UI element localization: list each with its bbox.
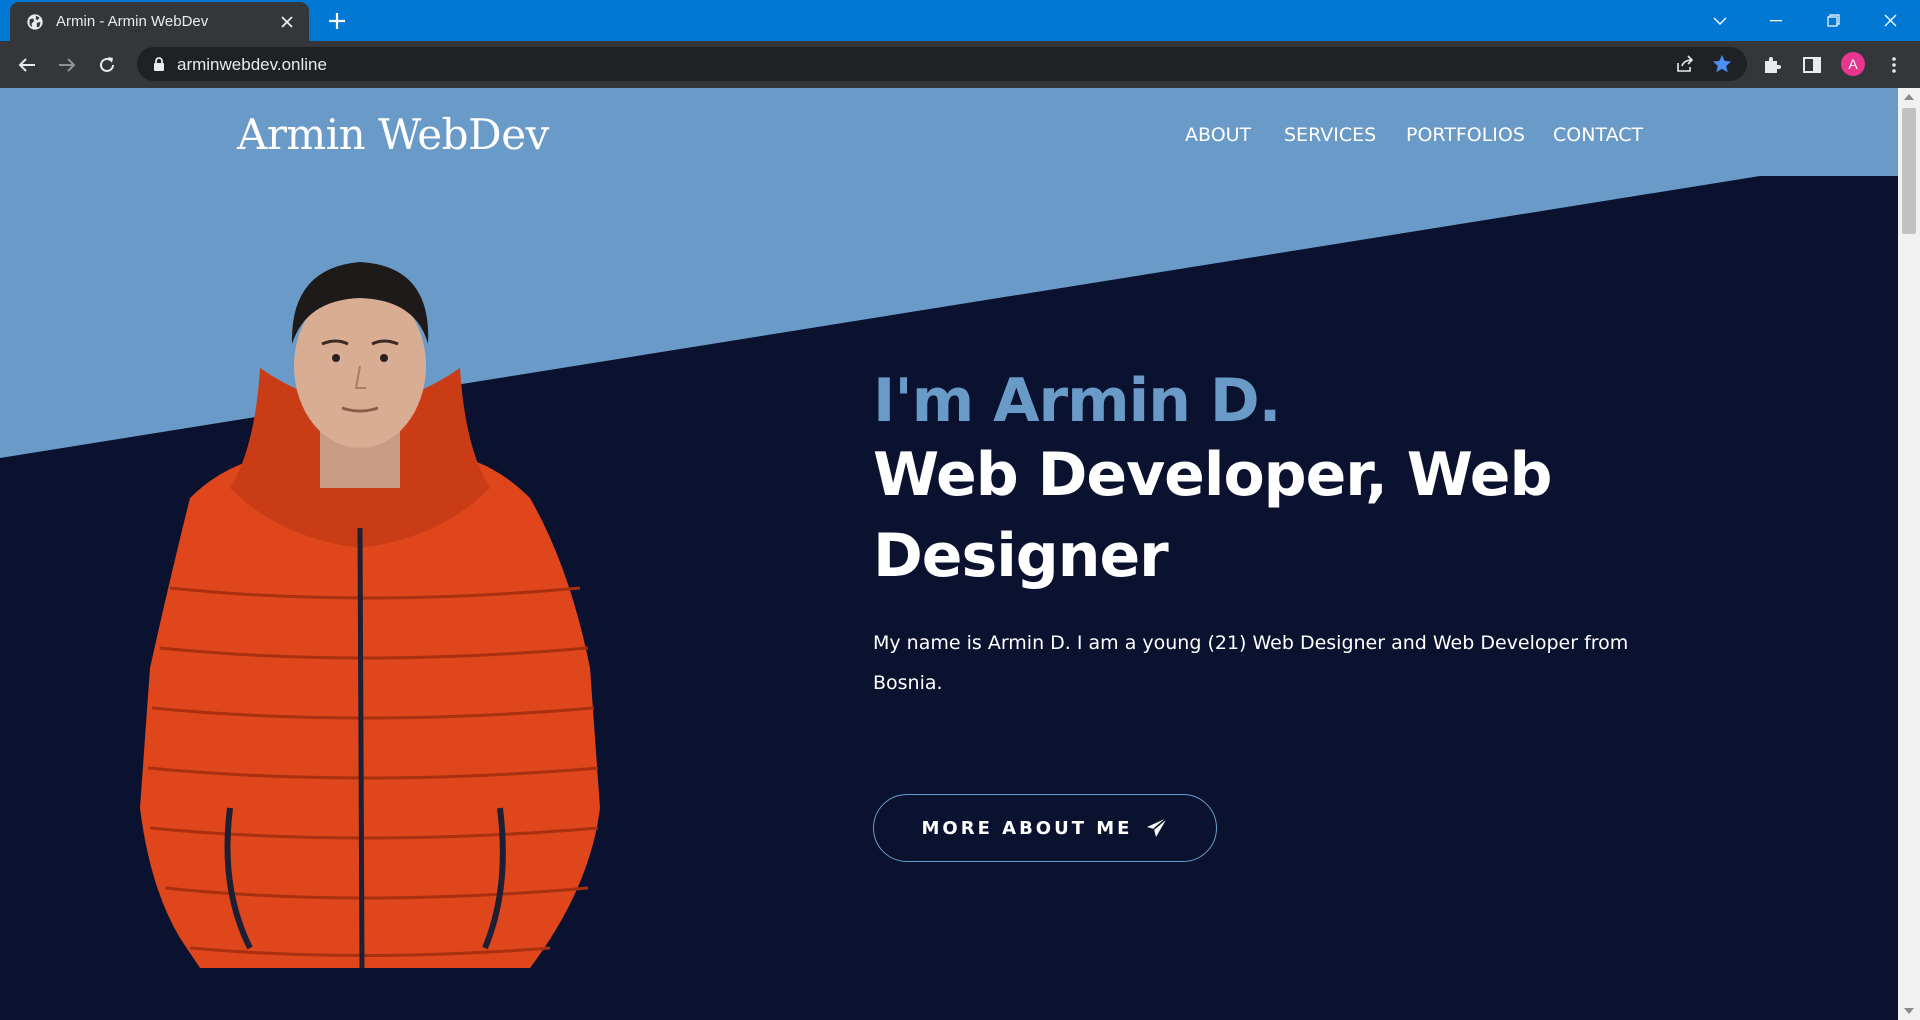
hero-headline: Web Developer, Web Designer: [873, 440, 1552, 591]
hero-greeting: I'm Armin D.: [873, 366, 1281, 436]
scroll-down-arrow[interactable]: [1904, 1008, 1914, 1014]
window-close-icon[interactable]: [1862, 0, 1918, 41]
share-icon[interactable]: [1675, 54, 1695, 74]
cta-label: MORE ABOUT ME: [921, 817, 1133, 839]
star-icon[interactable]: [1711, 53, 1733, 75]
close-icon[interactable]: [277, 12, 297, 32]
globe-icon: [27, 13, 43, 30]
browser-tab[interactable]: Armin - Armin WebDev: [10, 2, 309, 41]
profile-photo: [140, 262, 600, 969]
reload-icon[interactable]: [93, 51, 121, 79]
nav-about[interactable]: ABOUT: [1185, 124, 1251, 146]
page-viewport: Armin WebDev ABOUT SERVICES PORTFOLIOS C…: [0, 88, 1898, 1020]
tab-title: Armin - Armin WebDev: [56, 13, 209, 30]
sidepanel-icon[interactable]: [1800, 53, 1824, 77]
main-nav: ABOUT SERVICES PORTFOLIOS CONTACT: [0, 124, 1898, 154]
nav-portfolios[interactable]: PORTFOLIOS: [1406, 124, 1525, 146]
tab-search-icon[interactable]: [1692, 0, 1748, 41]
back-icon[interactable]: [13, 51, 41, 79]
page-scrollbar[interactable]: [1898, 88, 1920, 1020]
lock-icon[interactable]: [152, 56, 166, 72]
address-bar[interactable]: arminwebdev.online: [137, 47, 1747, 81]
more-about-me-button[interactable]: MORE ABOUT ME: [873, 794, 1217, 862]
scroll-up-arrow[interactable]: [1904, 94, 1914, 100]
forward-icon[interactable]: [53, 51, 81, 79]
tab-strip: Armin - Armin WebDev: [0, 0, 1920, 41]
avatar[interactable]: A: [1841, 52, 1865, 76]
nav-services[interactable]: SERVICES: [1284, 124, 1376, 146]
scrollbar-thumb[interactable]: [1902, 108, 1916, 234]
url-text[interactable]: arminwebdev.online: [177, 55, 327, 75]
nav-contact[interactable]: CONTACT: [1553, 124, 1643, 146]
send-icon: [1147, 817, 1169, 837]
restore-icon[interactable]: [1805, 0, 1861, 41]
minimize-icon[interactable]: [1748, 0, 1804, 41]
browser-toolbar: arminwebdev.online: [0, 41, 1920, 88]
kebab-menu-icon[interactable]: [1882, 53, 1906, 77]
extensions-icon[interactable]: [1760, 53, 1784, 77]
plus-icon[interactable]: [325, 9, 349, 33]
hero-intro: My name is Armin D. I am a young (21) We…: [873, 632, 1629, 694]
